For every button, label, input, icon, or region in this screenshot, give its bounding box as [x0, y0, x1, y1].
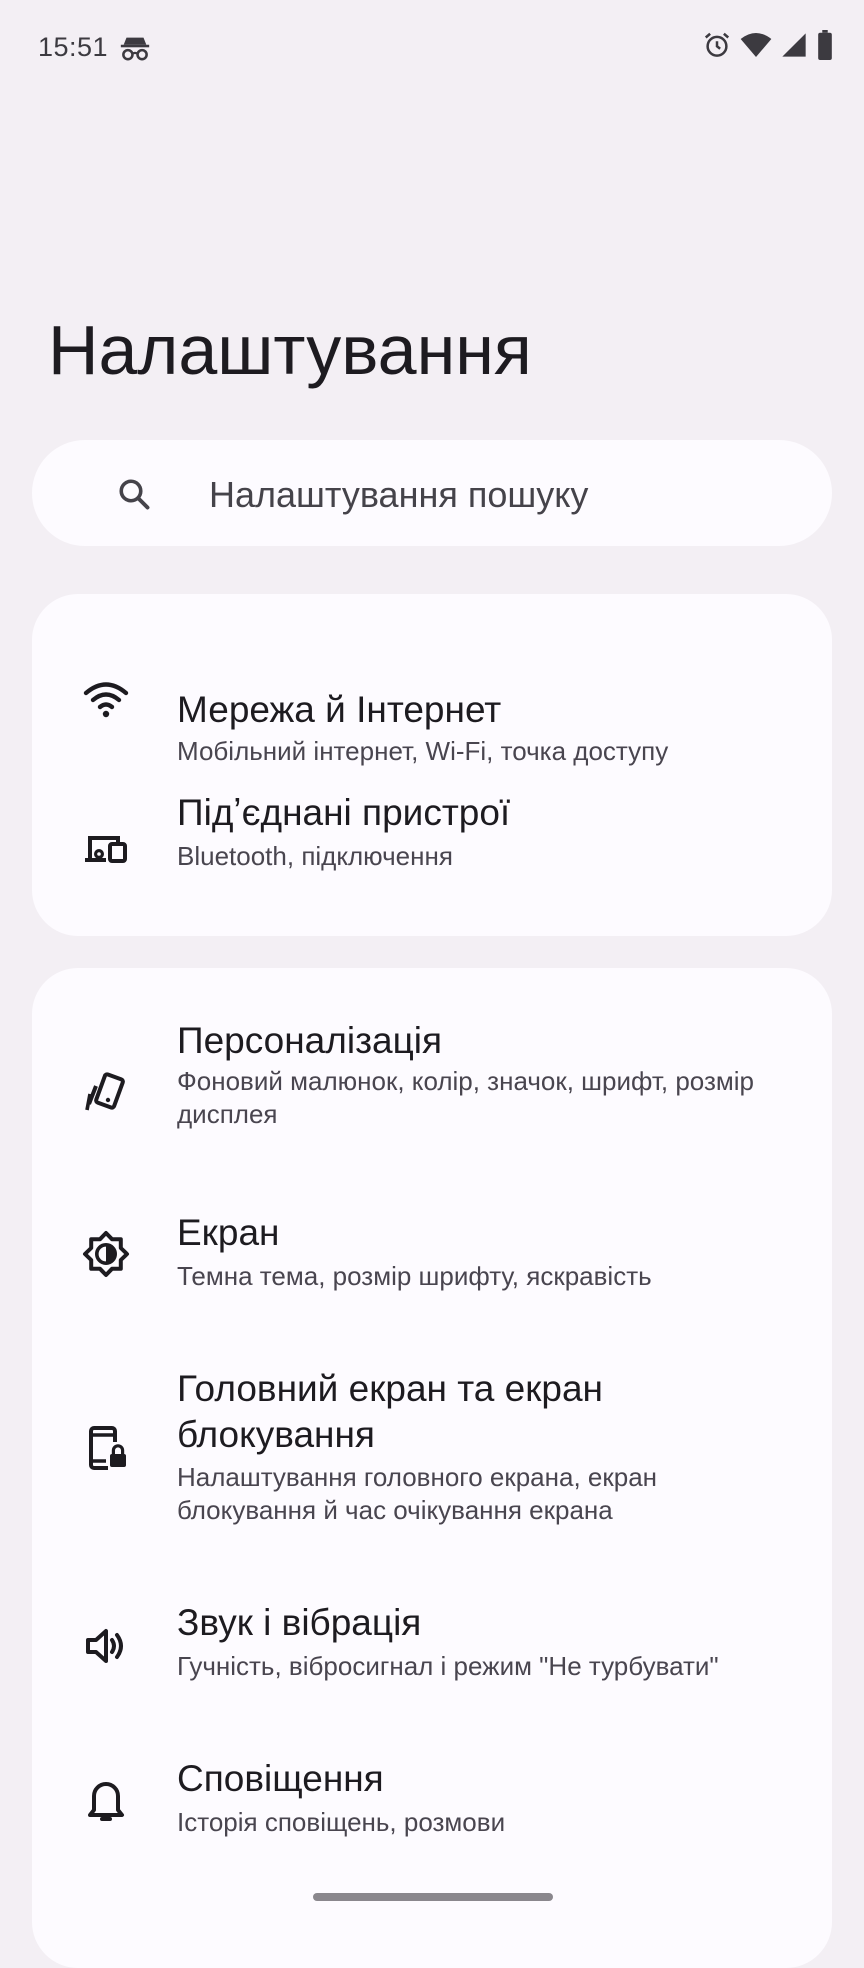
- settings-item-home-lock-screen[interactable]: Головний екран та екран блокування Налаш…: [32, 1366, 832, 1556]
- settings-item-title: Персоналізація: [177, 1020, 443, 1061]
- lock-screen-icon: [89, 1426, 126, 1470]
- search-icon: [119, 479, 150, 510]
- bell-icon: [88, 1782, 124, 1821]
- settings-item-display[interactable]: Екран Темна тема, розмір шрифту, яскраві…: [32, 1210, 832, 1330]
- settings-item-subtitle: Історія сповіщень, розмови: [177, 1807, 506, 1837]
- battery-icon: [818, 30, 832, 60]
- settings-item-subtitle: Темна тема, розмір шрифту, яскравість: [177, 1261, 652, 1291]
- settings-item-notifications[interactable]: Сповіщення Історія сповіщень, розмови: [32, 1756, 832, 1876]
- connected-devices-icon: [85, 836, 127, 863]
- wifi-icon: [740, 33, 772, 57]
- settings-item-subtitle: Мобільний інтернет, Wi-Fi, точка доступу: [177, 736, 669, 766]
- settings-item-network[interactable]: Мережа й Інтернет Мобільний інтернет, Wi…: [32, 634, 832, 766]
- settings-item-sound[interactable]: Звук і вібрація Гучність, вібросигнал і …: [32, 1600, 832, 1720]
- settings-item-subtitle: Bluetooth, підключення: [177, 841, 453, 871]
- settings-item-title: Підʼєднані пристрої: [177, 792, 511, 833]
- brightness-icon: [83, 1231, 129, 1277]
- status-time: 15:51: [38, 32, 109, 62]
- page-title: Налаштування: [48, 311, 532, 389]
- search-placeholder: Налаштування пошуку: [209, 474, 589, 515]
- settings-item-connected-devices[interactable]: Підʼєднані пристрої Bluetooth, підключен…: [32, 790, 832, 920]
- settings-group-device: Персоналізація Фоновий малюнок, колір, з…: [32, 968, 832, 1968]
- search-bar[interactable]: Налаштування пошуку: [32, 440, 832, 546]
- palette-icon: [85, 1072, 125, 1111]
- volume-icon: [86, 1629, 123, 1663]
- settings-item-title: Звук і вібрація: [177, 1602, 422, 1643]
- settings-item-subtitle: Налаштування головного екрана, екран бло…: [177, 1462, 658, 1525]
- settings-item-title: Мережа й Інтернет: [177, 689, 502, 730]
- status-bar: 15:51: [0, 0, 864, 100]
- incognito-icon: [120, 37, 150, 61]
- wifi-icon: [83, 682, 129, 718]
- status-icons: [702, 30, 834, 60]
- cell-signal-icon: [782, 33, 806, 57]
- home-gesture-handle[interactable]: [313, 1893, 553, 1901]
- settings-item-subtitle: Гучність, вібросигнал і режим "Не турбув…: [177, 1651, 719, 1681]
- settings-item-title: Екран: [177, 1212, 280, 1253]
- settings-item-title: Сповіщення: [177, 1758, 384, 1799]
- settings-item-subtitle: Фоновий малюнок, колір, значок, шрифт, р…: [177, 1066, 754, 1129]
- settings-item-personalization[interactable]: Персоналізація Фоновий малюнок, колір, з…: [32, 1018, 832, 1168]
- alarm-icon: [704, 32, 730, 57]
- settings-item-title: Головний екран та екран блокування: [177, 1368, 603, 1455]
- settings-group-connectivity: Мережа й Інтернет Мобільний інтернет, Wi…: [32, 594, 832, 936]
